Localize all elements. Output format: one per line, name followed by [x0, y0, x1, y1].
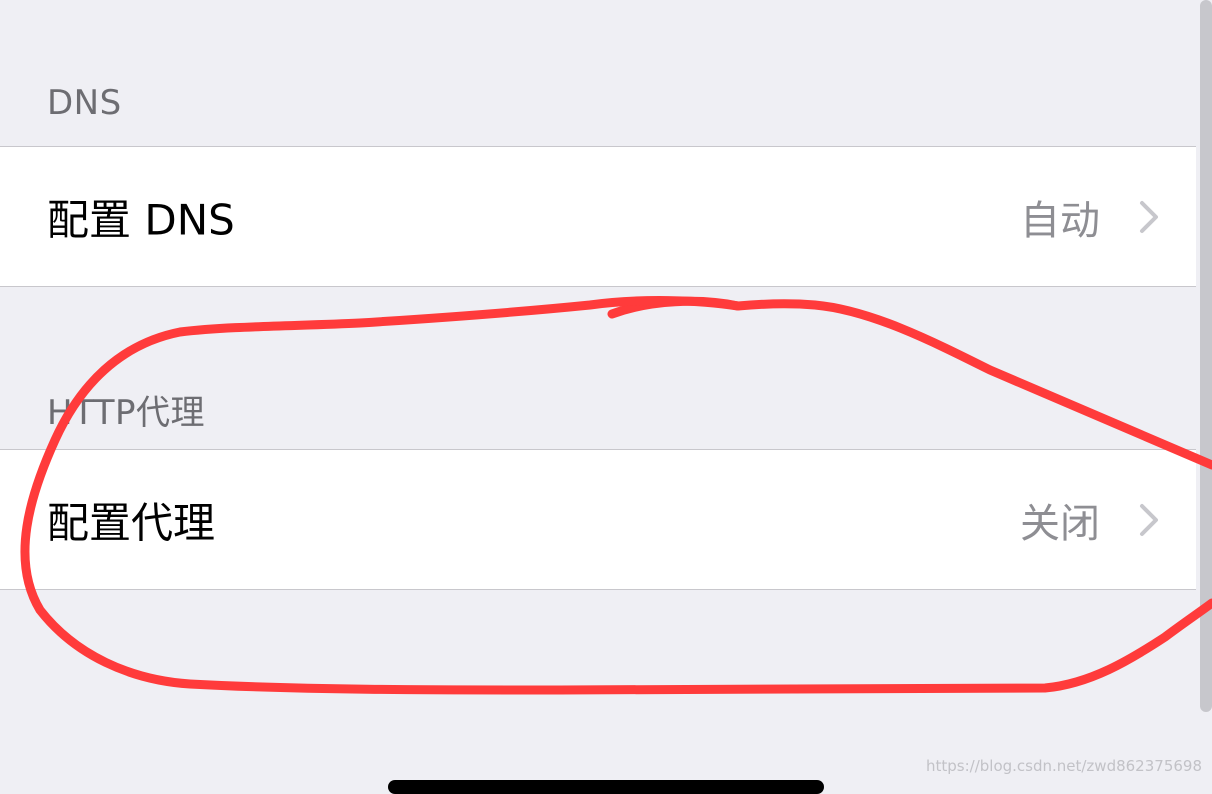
chevron-right-icon	[1140, 200, 1158, 233]
home-indicator	[388, 780, 824, 794]
section-header-http-proxy: HTTP代理	[47, 393, 206, 433]
chevron-right-icon	[1140, 503, 1158, 536]
configure-proxy-value: 关闭	[1020, 500, 1100, 547]
scrollbar[interactable]	[1200, 0, 1212, 712]
configure-proxy-row[interactable]: 配置代理 关闭	[0, 449, 1196, 590]
section-header-dns: DNS	[47, 83, 122, 123]
configure-proxy-label: 配置代理	[47, 498, 216, 547]
watermark: https://blog.csdn.net/zwd862375698	[925, 757, 1202, 775]
configure-dns-value: 自动	[1020, 197, 1100, 244]
configure-dns-row[interactable]: 配置 DNS 自动	[0, 146, 1196, 287]
configure-dns-label: 配置 DNS	[47, 195, 235, 244]
